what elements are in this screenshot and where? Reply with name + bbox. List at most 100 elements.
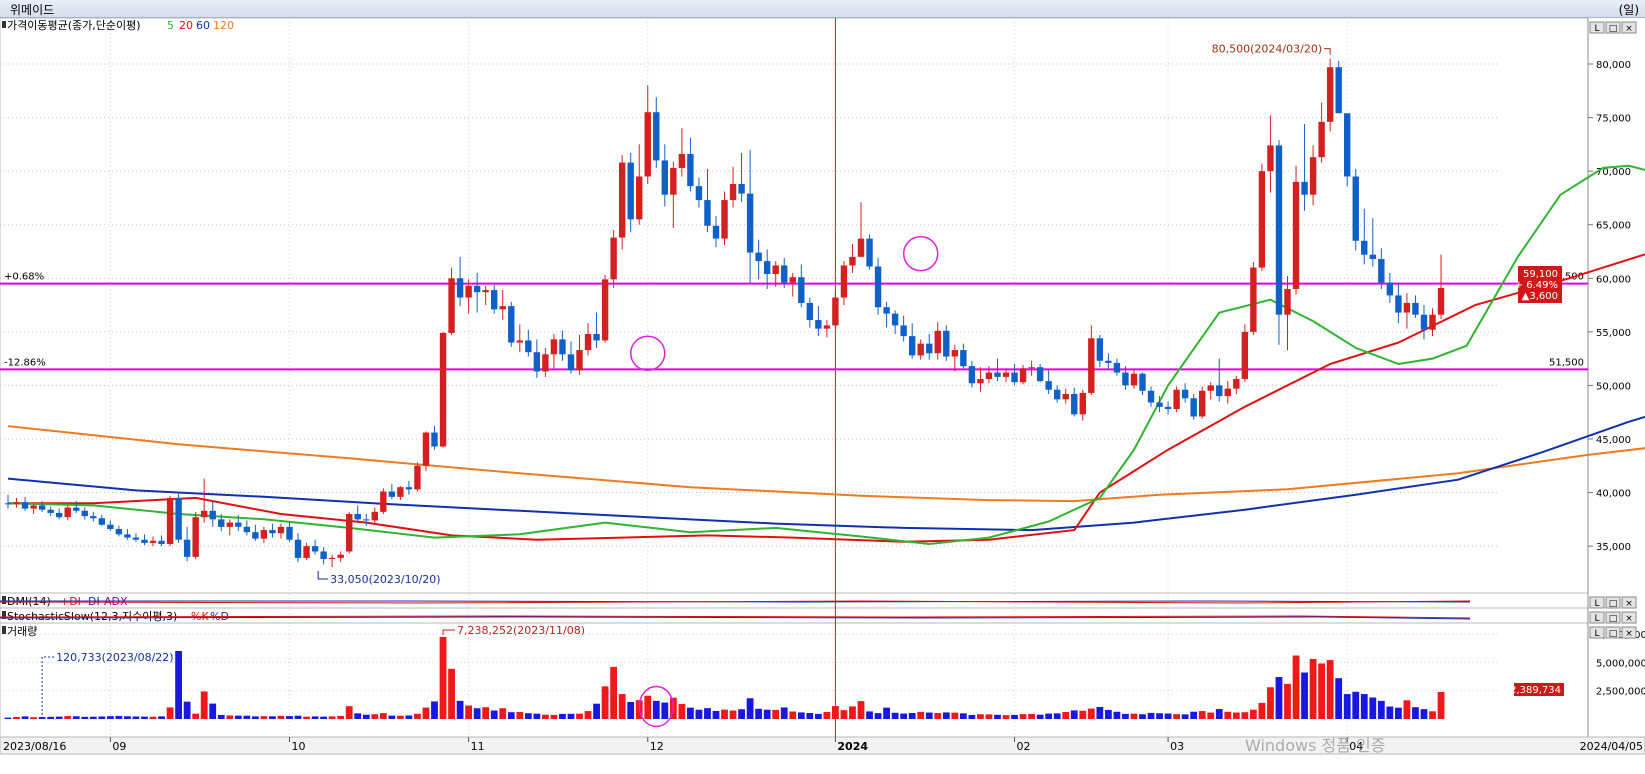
volume-bar[interactable] — [1292, 655, 1300, 719]
candle-body[interactable] — [874, 266, 882, 308]
candle-body[interactable] — [1216, 385, 1223, 397]
volume-bar[interactable] — [1301, 672, 1308, 719]
volume-bar[interactable] — [908, 712, 916, 719]
candle-body[interactable] — [405, 487, 413, 490]
volume-bar[interactable] — [678, 703, 686, 719]
candle-body[interactable] — [584, 333, 592, 351]
candle-body[interactable] — [1173, 389, 1180, 409]
volume-bar[interactable] — [124, 716, 131, 719]
candle-body[interactable] — [618, 162, 626, 238]
candle-body[interactable] — [525, 340, 532, 353]
volume-bar[interactable] — [337, 715, 345, 719]
volume-bar[interactable] — [712, 710, 720, 719]
volume-bar[interactable] — [1284, 683, 1291, 719]
candle-body[interactable] — [840, 265, 848, 298]
volume-bar[interactable] — [601, 686, 609, 719]
candle-body[interactable] — [943, 330, 950, 357]
volume-bar[interactable] — [175, 651, 182, 719]
volume-bar[interactable] — [1011, 714, 1018, 719]
volume-bar[interactable] — [422, 707, 430, 719]
volume-bar[interactable] — [1258, 702, 1266, 719]
volume-bar[interactable] — [959, 713, 967, 719]
volume-bar[interactable] — [21, 716, 29, 719]
candle-body[interactable] — [678, 153, 686, 168]
candle-body[interactable] — [1309, 157, 1317, 195]
candle-body[interactable] — [81, 510, 88, 517]
candle-body[interactable] — [1326, 67, 1334, 122]
candle-body[interactable] — [73, 507, 80, 511]
volume-bar[interactable] — [925, 712, 933, 719]
candle-body[interactable] — [891, 313, 899, 326]
volume-bar[interactable] — [550, 714, 558, 719]
volume-bar[interactable] — [243, 715, 251, 719]
volume-bar[interactable] — [439, 636, 447, 719]
volume-bar[interactable] — [166, 707, 174, 719]
candle-body[interactable] — [951, 350, 959, 357]
volume-bar[interactable] — [1147, 712, 1155, 719]
candle-body[interactable] — [1105, 360, 1112, 363]
candle-body[interactable] — [491, 290, 498, 310]
volume-bar[interactable] — [814, 713, 822, 719]
candle-body[interactable] — [141, 539, 148, 543]
panel-button[interactable]: L — [1589, 596, 1605, 609]
candle-body[interactable] — [806, 302, 814, 321]
volume-bar[interactable] — [763, 709, 771, 719]
volume-bar[interactable] — [507, 712, 515, 719]
volume-bar[interactable] — [286, 716, 293, 719]
volume-bar[interactable] — [1335, 678, 1343, 719]
volume-bar[interactable] — [584, 711, 592, 719]
volume-bar[interactable] — [1002, 715, 1010, 719]
volume-bar[interactable] — [900, 713, 908, 719]
candle-body[interactable] — [243, 526, 251, 533]
volume-bar[interactable] — [1429, 711, 1436, 719]
panel-button[interactable]: × — [1621, 626, 1637, 639]
volume-bar[interactable] — [576, 713, 583, 719]
candle-body[interactable] — [422, 432, 430, 466]
volume-bar[interactable] — [823, 711, 831, 719]
candle-body[interactable] — [1088, 338, 1095, 393]
candle-body[interactable] — [849, 256, 856, 266]
volume-bar[interactable] — [593, 703, 600, 719]
volume-bar[interactable] — [1309, 658, 1317, 719]
candle-body[interactable] — [1053, 389, 1061, 400]
candle-body[interactable] — [917, 343, 924, 356]
candle-body[interactable] — [832, 297, 839, 326]
candle-body[interactable] — [1412, 302, 1419, 315]
volume-bar[interactable] — [1249, 709, 1257, 719]
candle-body[interactable] — [746, 193, 754, 253]
volume-bar[interactable] — [448, 668, 455, 719]
volume-bar[interactable] — [217, 714, 225, 719]
volume-bar[interactable] — [115, 715, 123, 719]
candle-body[interactable] — [1002, 372, 1010, 377]
candle-body[interactable] — [1199, 390, 1206, 417]
candle-body[interactable] — [926, 343, 933, 354]
candle-body[interactable] — [90, 516, 97, 519]
candle-body[interactable] — [1045, 381, 1052, 390]
volume-bar[interactable] — [1241, 712, 1249, 719]
volume-bar[interactable] — [942, 712, 950, 719]
volume-bar[interactable] — [1377, 700, 1385, 719]
candle-body[interactable] — [303, 546, 310, 558]
candle-body[interactable] — [414, 465, 421, 490]
candle-body[interactable] — [533, 352, 541, 372]
volume-bar[interactable] — [499, 708, 507, 719]
volume-bar[interactable] — [209, 703, 217, 719]
candle-body[interactable] — [107, 524, 114, 529]
volume-bar[interactable] — [559, 713, 566, 719]
candle-body[interactable] — [908, 336, 916, 356]
volume-bar[interactable] — [1386, 706, 1394, 719]
panel-button[interactable]: L — [1589, 626, 1605, 639]
volume-legend[interactable]: 거래량 — [2, 625, 37, 638]
volume-bar[interactable] — [1275, 677, 1283, 719]
volume-bar[interactable] — [917, 711, 925, 719]
candle-body[interactable] — [1318, 121, 1325, 158]
candle-body[interactable] — [934, 330, 941, 354]
volume-bar[interactable] — [1156, 713, 1163, 719]
candle-body[interactable] — [64, 507, 71, 518]
volume-bar[interactable] — [106, 716, 114, 719]
volume-bar[interactable] — [328, 716, 336, 719]
volume-bar[interactable] — [4, 717, 12, 719]
candle-body[interactable] — [1378, 258, 1385, 283]
candle-body[interactable] — [1181, 389, 1189, 399]
volume-bar[interactable] — [379, 713, 387, 719]
